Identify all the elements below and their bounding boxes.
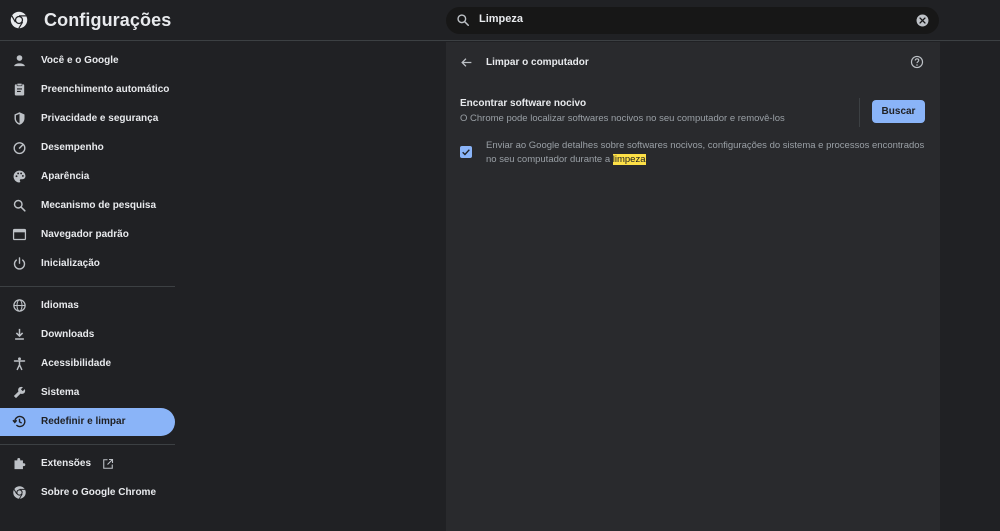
sidebar-item-label: Mecanismo de pesquisa bbox=[41, 200, 157, 211]
sidebar-item-label: Inicialização bbox=[41, 258, 100, 269]
person-icon bbox=[14, 55, 25, 67]
checkmark-icon bbox=[462, 149, 470, 156]
sidebar-item-preenchimento-automatico[interactable]: Preenchimento automático bbox=[0, 76, 175, 104]
sidebar-item-label: Redefinir e limpar bbox=[41, 416, 126, 427]
sidebar-item-inicializacao[interactable]: Inicialização bbox=[0, 250, 175, 278]
sidebar-item-downloads[interactable]: Downloads bbox=[0, 321, 175, 349]
vertical-separator bbox=[859, 98, 860, 127]
find-harmful-software-description: O Chrome pode localizar softwares nocivo… bbox=[460, 113, 785, 124]
sidebar-item-aparencia[interactable]: Aparência bbox=[0, 163, 175, 191]
sidebar-divider bbox=[0, 286, 175, 287]
sidebar-item-idiomas[interactable]: Idiomas bbox=[0, 292, 175, 320]
sidebar-item-label: Você e o Google bbox=[41, 55, 119, 66]
sidebar-item-label: Desempenho bbox=[41, 142, 104, 153]
clipboard-icon bbox=[14, 82, 25, 96]
back-arrow-icon[interactable] bbox=[460, 56, 473, 69]
send-details-text: Enviar ao Google detalhes sobre software… bbox=[486, 140, 925, 165]
help-icon[interactable] bbox=[910, 55, 924, 69]
sidebar-item-mecanismo-de-pesquisa[interactable]: Mecanismo de pesquisa bbox=[0, 192, 175, 220]
sidebar-item-desempenho[interactable]: Desempenho bbox=[0, 134, 175, 162]
sidebar-item-label: Navegador padrão bbox=[41, 229, 129, 240]
sidebar-item-label: Extensões bbox=[41, 458, 92, 469]
accessibility-icon bbox=[13, 357, 26, 371]
sidebar-item-navegador-padrao[interactable]: Navegador padrão bbox=[0, 221, 175, 249]
sidebar-item-sistema[interactable]: Sistema bbox=[0, 379, 175, 407]
open-in-new-icon bbox=[103, 458, 114, 469]
sidebar-item-acessibilidade[interactable]: Acessibilidade bbox=[0, 350, 175, 378]
sidebar-item-label: Aparência bbox=[41, 171, 90, 182]
send-details-checkbox[interactable] bbox=[460, 146, 472, 158]
sidebar-item-privacidade-e-seguranca[interactable]: Privacidade e segurança bbox=[0, 105, 175, 133]
sidebar-item-voce-e-o-google[interactable]: Você e o Google bbox=[0, 47, 175, 75]
sidebar-item-sobre-o-google-chrome[interactable]: Sobre o Google Chrome bbox=[0, 479, 175, 507]
search-button[interactable]: Buscar bbox=[872, 100, 925, 123]
palette-icon bbox=[13, 170, 26, 183]
puzzle-icon bbox=[14, 458, 26, 470]
chrome-icon bbox=[13, 486, 26, 499]
send-details-label: Enviar ao Google detalhes sobre software… bbox=[486, 139, 926, 167]
browser-icon bbox=[12, 228, 27, 241]
page-title: Configurações bbox=[44, 10, 172, 30]
sidebar-divider bbox=[0, 444, 175, 445]
sidebar-item-label: Idiomas bbox=[41, 300, 79, 311]
top-bar: Configurações bbox=[0, 0, 1000, 41]
sidebar-item-label: Downloads bbox=[41, 329, 95, 340]
sidebar-item-label: Sobre o Google Chrome bbox=[41, 487, 157, 498]
sidebar-item-redefinir-e-limpar[interactable]: Redefinir e limpar bbox=[0, 408, 175, 436]
find-harmful-software-title: Encontrar software nocivo bbox=[460, 98, 587, 109]
sidebar: Você e o Google Preenchimento automático… bbox=[0, 42, 180, 531]
sidebar-item-label: Acessibilidade bbox=[41, 358, 112, 369]
wrench-icon bbox=[13, 386, 26, 399]
clear-search-icon[interactable] bbox=[916, 14, 929, 27]
globe-icon bbox=[13, 299, 26, 312]
search-box[interactable] bbox=[446, 7, 939, 34]
sidebar-item-label: Preenchimento automático bbox=[41, 84, 170, 95]
search-icon bbox=[13, 199, 26, 212]
sidebar-item-extensoes[interactable]: Extensões bbox=[0, 450, 175, 478]
speedometer-icon bbox=[13, 142, 26, 155]
panel-title: Limpar o computador bbox=[486, 57, 589, 68]
sidebar-item-label: Sistema bbox=[41, 387, 80, 398]
search-input[interactable] bbox=[479, 13, 879, 25]
power-icon bbox=[13, 257, 26, 270]
history-icon bbox=[12, 415, 26, 428]
search-icon bbox=[457, 14, 470, 27]
shield-icon bbox=[14, 112, 25, 125]
settings-panel: Limpar o computador Encontrar software n… bbox=[446, 42, 940, 531]
chrome-logo-icon bbox=[10, 11, 28, 29]
search-highlight: limpeza bbox=[612, 154, 646, 165]
sidebar-item-label: Privacidade e segurança bbox=[41, 113, 159, 124]
download-icon bbox=[15, 328, 24, 340]
